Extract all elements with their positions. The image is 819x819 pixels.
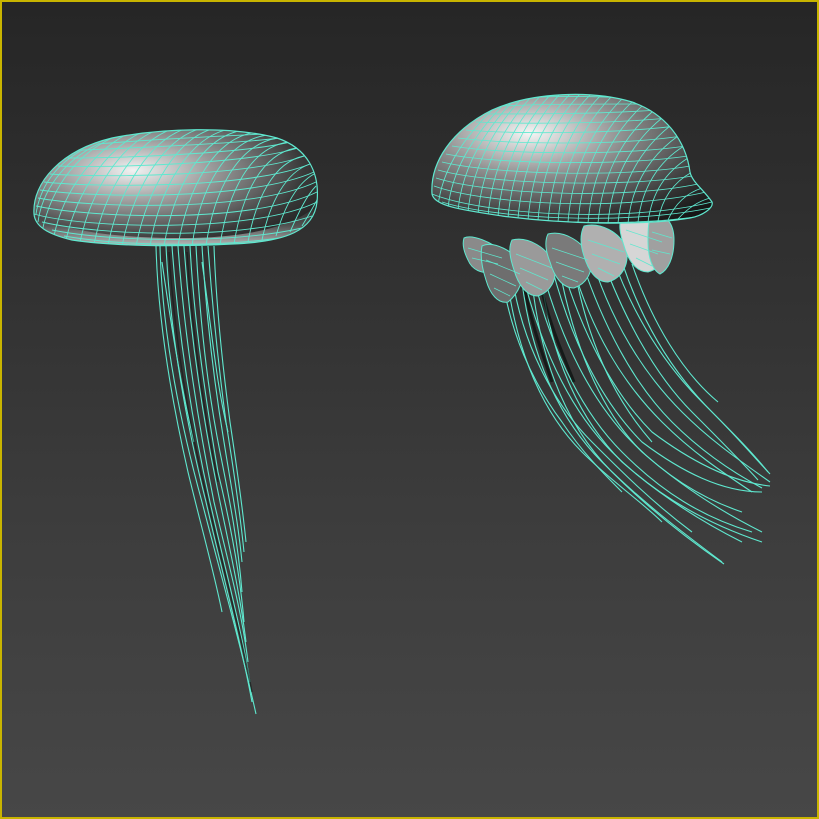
jellyfish-2-tentacles [501,255,771,565]
jellyfish-2-bell [431,93,713,224]
viewport-3d[interactable] [0,0,819,819]
jellyfish-1-tentacles [155,245,257,715]
scene-canvas[interactable] [2,2,817,817]
jellyfish-2[interactable] [431,92,771,565]
jellyfish-2-oral-arms [462,214,675,303]
jellyfish-1-tentacle-shading [168,251,253,693]
jellyfish-1-cap [33,129,319,247]
jellyfish-1[interactable] [33,128,319,715]
